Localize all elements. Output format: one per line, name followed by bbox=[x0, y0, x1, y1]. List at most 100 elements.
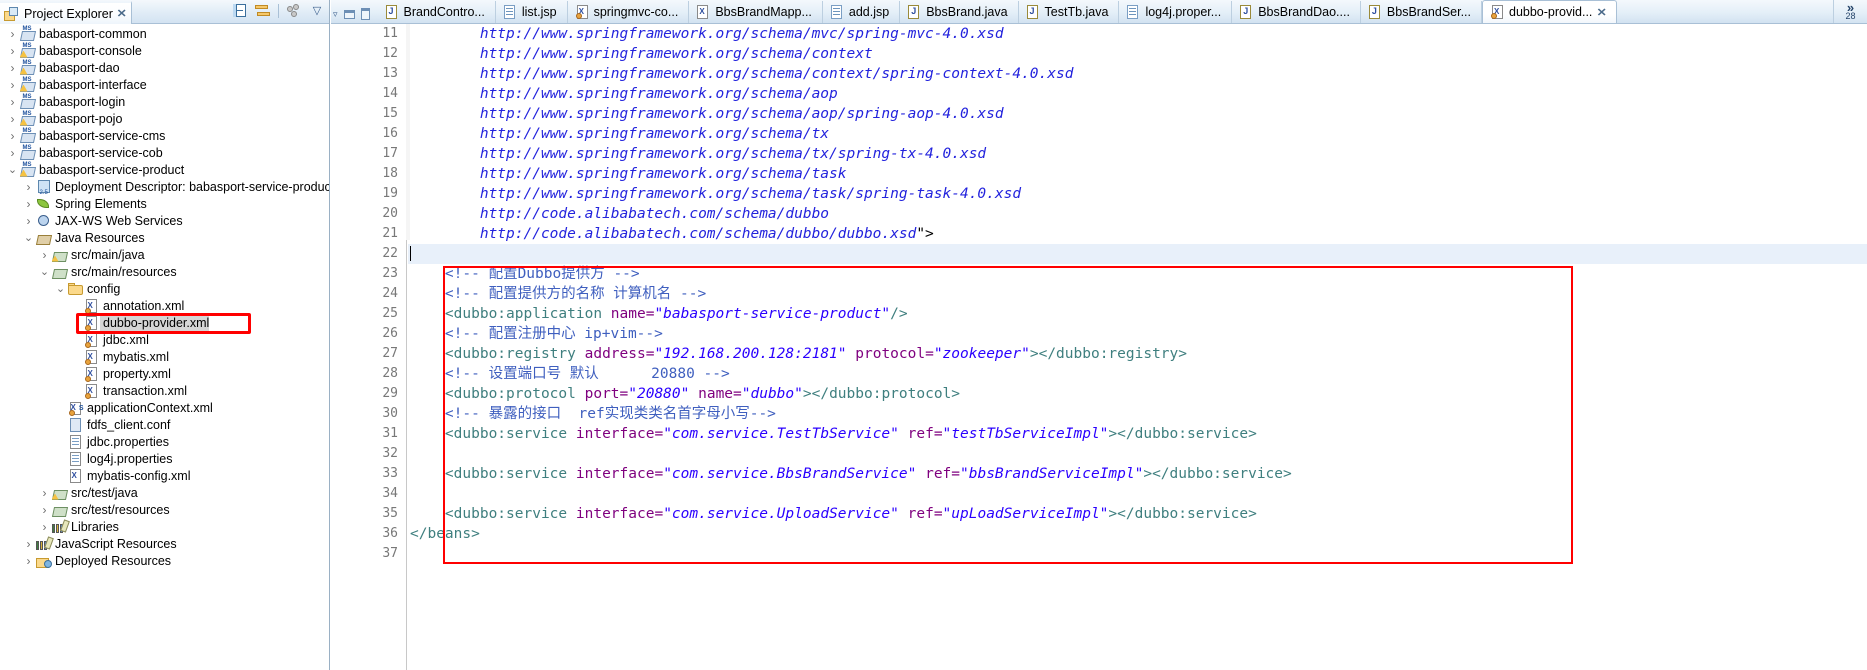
editor-tab[interactable]: X BbsBrandMapp... bbox=[689, 1, 823, 23]
maximize-icon[interactable] bbox=[360, 8, 370, 20]
chevron-right-icon[interactable]: › bbox=[38, 502, 51, 519]
editor-tab[interactable]: J BbsBrandDao.... bbox=[1232, 1, 1361, 23]
chevron-right-icon[interactable]: › bbox=[6, 111, 19, 128]
code-line[interactable] bbox=[408, 444, 1867, 464]
tree-item[interactable]: › MS babasport-login bbox=[0, 94, 329, 111]
code-line[interactable]: http://www.springframework.org/schema/ta… bbox=[408, 184, 1867, 204]
chevron-right-icon[interactable]: › bbox=[22, 196, 35, 213]
chevron-right-icon[interactable]: › bbox=[6, 60, 19, 77]
chevron-right-icon[interactable]: › bbox=[22, 213, 35, 230]
chevron-right-icon[interactable]: › bbox=[22, 179, 35, 196]
tree-item[interactable]: › MS babasport-service-cob bbox=[0, 145, 329, 162]
code-line[interactable] bbox=[408, 544, 1867, 564]
tree-item[interactable]: X SapplicationContext.xml bbox=[0, 400, 329, 417]
code-line[interactable]: http://www.springframework.org/schema/tx… bbox=[408, 144, 1867, 164]
chevron-right-icon[interactable]: › bbox=[22, 553, 35, 570]
code-line[interactable]: <!-- 配置Dubbo提供方 --> bbox=[408, 264, 1867, 284]
code-line[interactable]: http://www.springframework.org/schema/co… bbox=[408, 44, 1867, 64]
code-line[interactable]: <dubbo:service interface="com.service.Bb… bbox=[408, 464, 1867, 484]
code-editor[interactable]: 11 12 13 14 15 16 17 18 19 20 21 22 23 24 25 26 27 28 29 30… bbox=[331, 24, 1867, 670]
code-line[interactable]: <!-- 暴露的接口 ref实现类类名首字母小写--> bbox=[408, 404, 1867, 424]
editor-tab[interactable]: Xspringmvc-co... bbox=[568, 1, 690, 23]
tree-item[interactable]: ⌄ config bbox=[0, 281, 329, 298]
tree-item[interactable]: › Deployed Resources bbox=[0, 553, 329, 570]
chevron-right-icon[interactable]: › bbox=[22, 536, 35, 553]
tree-item[interactable]: Xproperty.xml bbox=[0, 366, 329, 383]
tree-item[interactable]: Xmybatis.xml bbox=[0, 349, 329, 366]
code-line[interactable]: <!-- 设置端口号 默认 20880 --> bbox=[408, 364, 1867, 384]
code-line[interactable]: </beans> bbox=[408, 524, 1867, 544]
chevron-right-icon[interactable]: › bbox=[38, 247, 51, 264]
editor-tab[interactable]: J TestTb.java bbox=[1019, 1, 1120, 23]
editor-tab[interactable]: J BrandContro... bbox=[378, 1, 496, 23]
code-line[interactable]: http://www.springframework.org/schema/ao… bbox=[408, 104, 1867, 124]
tree-item[interactable]: Xjdbc.xml bbox=[0, 332, 329, 349]
tree-item[interactable]: › Spring Elements bbox=[0, 196, 329, 213]
close-icon[interactable]: ✕ bbox=[1597, 6, 1607, 19]
collapse-all-icon[interactable] bbox=[232, 3, 248, 19]
code-line[interactable]: <dubbo:registry address="192.168.200.128… bbox=[408, 344, 1867, 364]
code-line[interactable]: http://code.alibabatech.com/schema/dubbo… bbox=[408, 224, 1867, 244]
code-line[interactable]: <dubbo:application name="babasport-servi… bbox=[408, 304, 1867, 324]
tree-item[interactable]: › JAX-WS Web Services bbox=[0, 213, 329, 230]
project-tree[interactable]: › MS babasport-common › MS babasport-console ›… bbox=[0, 24, 329, 670]
editor-tab[interactable]: J BbsBrandSer... bbox=[1361, 1, 1482, 23]
code-line[interactable] bbox=[408, 484, 1867, 504]
editor-tab[interactable]: J BbsBrand.java bbox=[900, 1, 1019, 23]
tree-item[interactable]: log4j.properties bbox=[0, 451, 329, 468]
tree-item[interactable]: › src/test/java bbox=[0, 485, 329, 502]
tree-item[interactable]: ⌄ Java Resources bbox=[0, 230, 329, 247]
tree-item[interactable]: Xmybatis-config.xml bbox=[0, 468, 329, 485]
chevron-down-icon[interactable]: ⌄ bbox=[22, 230, 35, 247]
chevron-right-icon[interactable]: › bbox=[38, 519, 51, 536]
editor-tab[interactable]: add.jsp bbox=[823, 1, 901, 23]
chevron-right-icon[interactable]: › bbox=[6, 77, 19, 94]
chevron-down-icon[interactable]: ⌄ bbox=[6, 162, 19, 179]
editor-tab-active[interactable]: Xdubbo-provid... ✕ bbox=[1482, 0, 1617, 23]
code-line[interactable]: http://code.alibabatech.com/schema/dubbo bbox=[408, 204, 1867, 224]
close-icon[interactable]: ✕ bbox=[117, 7, 127, 20]
tree-item[interactable]: ⌄ src/main/resources bbox=[0, 264, 329, 281]
tree-item[interactable]: › JavaScript Resources bbox=[0, 535, 329, 553]
editor-tabstrip[interactable]: ▿ J BrandContro... list.jsp Xspringmvc-co..… bbox=[331, 0, 1867, 24]
tree-item[interactable]: › MS babasport-interface bbox=[0, 77, 329, 94]
editor-tab[interactable]: log4j.proper... bbox=[1119, 1, 1233, 23]
chevron-down-icon[interactable]: ▿ bbox=[333, 9, 338, 20]
view-dropdown-icon[interactable]: ▽ bbox=[309, 3, 325, 19]
code-line[interactable]: <dubbo:protocol port="20880" name="dubbo… bbox=[408, 384, 1867, 404]
tree-item[interactable]: ⌄ MS babasport-service-product bbox=[0, 162, 329, 179]
chevron-right-icon[interactable]: › bbox=[6, 145, 19, 162]
tree-item[interactable]: › MS babasport-console bbox=[0, 43, 329, 60]
tree-item[interactable]: › Libraries bbox=[0, 518, 329, 536]
code-line[interactable]: <dubbo:service interface="com.service.Te… bbox=[408, 424, 1867, 444]
tree-item[interactable]: › MS babasport-common bbox=[0, 26, 329, 43]
tab-project-explorer[interactable]: Project Explorer ✕ bbox=[0, 1, 133, 24]
code-line[interactable]: http://www.springframework.org/schema/tx bbox=[408, 124, 1867, 144]
tree-item[interactable]: › 2.5 Deployment Descriptor: babasport-ser… bbox=[0, 179, 329, 196]
code-line[interactable]: <!-- 配置注册中心 ip+vim--> bbox=[408, 324, 1867, 344]
tree-item[interactable]: › src/test/resources bbox=[0, 502, 329, 519]
chevron-right-icon[interactable]: › bbox=[6, 43, 19, 60]
tree-item[interactable]: › MS babasport-pojo bbox=[0, 111, 329, 128]
minimize-icon[interactable] bbox=[343, 9, 355, 19]
code-line[interactable]: <!-- 配置提供方的名称 计算机名 --> bbox=[408, 284, 1867, 304]
view-menu-icon[interactable] bbox=[286, 3, 302, 19]
chevron-down-icon[interactable]: ⌄ bbox=[38, 264, 51, 281]
code-line[interactable]: http://www.springframework.org/schema/ao… bbox=[408, 84, 1867, 104]
code-text[interactable]: http://www.springframework.org/schema/mv… bbox=[408, 24, 1867, 670]
tree-item[interactable]: › MS babasport-dao bbox=[0, 60, 329, 77]
tree-item[interactable]: Xtransaction.xml bbox=[0, 383, 329, 400]
tree-item[interactable]: Xannotation.xml bbox=[0, 298, 329, 315]
code-line[interactable]: <dubbo:service interface="com.service.Up… bbox=[408, 504, 1867, 524]
code-line[interactable]: http://www.springframework.org/schema/ta… bbox=[408, 164, 1867, 184]
tab-overflow-button[interactable]: » 28 bbox=[1833, 0, 1867, 23]
tree-item[interactable]: jdbc.properties bbox=[0, 434, 329, 451]
chevron-right-icon[interactable]: › bbox=[38, 485, 51, 502]
tree-item-selected[interactable]: Xdubbo-provider.xml bbox=[0, 315, 329, 332]
chevron-right-icon[interactable]: › bbox=[6, 94, 19, 111]
chevron-down-icon[interactable]: ⌄ bbox=[54, 281, 67, 298]
code-line[interactable]: http://www.springframework.org/schema/mv… bbox=[408, 24, 1867, 44]
editor-tab[interactable]: list.jsp bbox=[496, 1, 568, 23]
tree-item[interactable]: fdfs_client.conf bbox=[0, 417, 329, 434]
code-line[interactable] bbox=[408, 244, 1867, 264]
